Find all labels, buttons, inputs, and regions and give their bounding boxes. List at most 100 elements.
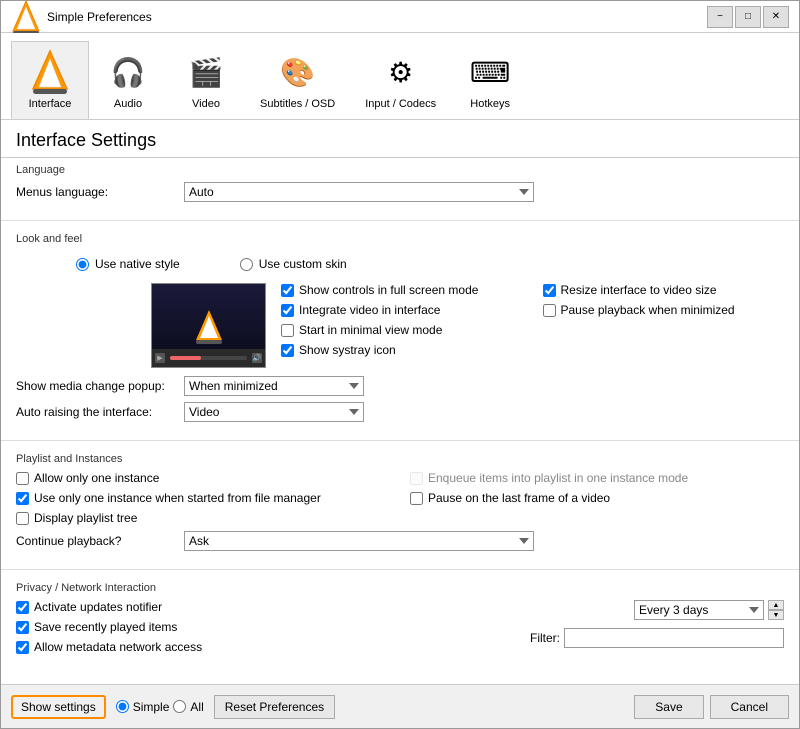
media-popup-label: Show media change popup: — [16, 379, 176, 393]
recently-played-checkbox[interactable] — [16, 621, 29, 634]
preview-vol-icon: 🔊 — [252, 353, 262, 363]
checkbox-pause-minimized: Pause playback when minimized — [543, 303, 785, 317]
checkbox-systray: Show systray icon — [281, 343, 523, 357]
maximize-button[interactable]: □ — [735, 6, 761, 28]
recently-played-label: Save recently played items — [34, 620, 177, 634]
updates-frequency-select[interactable]: Every 3 days Every day Every week — [634, 600, 764, 620]
checkbox-updates-notifier: Activate updates notifier — [16, 600, 390, 614]
title-bar-left: Simple Preferences — [11, 0, 152, 35]
media-popup-select[interactable]: When minimized Always Never — [184, 376, 364, 396]
integrate-video-checkbox[interactable] — [281, 304, 294, 317]
file-manager-instance-checkbox[interactable] — [16, 492, 29, 505]
checkbox-pause-last-frame: Pause on the last frame of a video — [410, 491, 784, 505]
continue-playback-row: Continue playback? Ask Always continue N… — [16, 531, 784, 551]
tab-audio[interactable]: 🎧 Audio — [89, 41, 167, 119]
updates-notifier-checkbox[interactable] — [16, 601, 29, 614]
enqueue-items-label: Enqueue items into playlist in one insta… — [428, 471, 688, 485]
checkbox-metadata-network: Allow metadata network access — [16, 640, 390, 654]
reset-preferences-button[interactable]: Reset Preferences — [214, 695, 335, 719]
input-tab-label: Input / Codecs — [365, 98, 436, 110]
simple-view-radio[interactable] — [116, 700, 129, 713]
checkbox-recently-played: Save recently played items — [16, 620, 390, 634]
preview-progress-bar — [170, 356, 247, 360]
playlist-left-checkboxes: Allow only one instance Use only one ins… — [16, 471, 390, 525]
pause-last-frame-label: Pause on the last frame of a video — [428, 491, 610, 505]
menus-language-row: Menus language: Auto — [16, 182, 784, 202]
checkbox-one-instance: Allow only one instance — [16, 471, 390, 485]
auto-raising-select[interactable]: Video Audio Never — [184, 402, 364, 422]
main-window: Simple Preferences − □ ✕ Interface 🎧 Aud… — [0, 0, 800, 729]
metadata-network-checkbox[interactable] — [16, 641, 29, 654]
tab-video[interactable]: 🎬 Video — [167, 41, 245, 119]
pause-minimized-checkbox[interactable] — [543, 304, 556, 317]
custom-skin-label: Use custom skin — [259, 257, 347, 271]
fullscreen-controls-checkbox[interactable] — [281, 284, 294, 297]
window-title: Simple Preferences — [47, 10, 152, 24]
privacy-section-title: Privacy / Network Interaction — [16, 582, 784, 594]
checkboxes-container: Show controls in full screen mode Integr… — [281, 283, 784, 368]
pause-last-frame-checkbox[interactable] — [410, 492, 423, 505]
fullscreen-controls-label: Show controls in full screen mode — [299, 283, 478, 297]
menus-language-select[interactable]: Auto — [184, 182, 534, 202]
resize-interface-label: Resize interface to video size — [561, 283, 717, 297]
hotkeys-tab-icon: ⌨ — [466, 48, 514, 96]
updates-notifier-label: Activate updates notifier — [34, 600, 162, 614]
playlist-section-title: Playlist and Instances — [16, 453, 784, 465]
content-area[interactable]: Language Menus language: Auto Look and f… — [1, 158, 799, 684]
native-style-option[interactable]: Use native style — [76, 257, 180, 271]
title-bar: Simple Preferences − □ ✕ — [1, 1, 799, 33]
filter-row: Filter: — [410, 628, 784, 648]
tab-subtitles[interactable]: 🎨 Subtitles / OSD — [245, 41, 350, 119]
checkbox-fullscreen-controls: Show controls in full screen mode — [281, 283, 523, 297]
checkbox-enqueue-items: Enqueue items into playlist in one insta… — [410, 471, 784, 485]
custom-skin-radio[interactable] — [240, 258, 253, 271]
privacy-right: Every 3 days Every day Every week ▲ ▼ Fi… — [410, 600, 784, 654]
one-instance-label: Allow only one instance — [34, 471, 159, 485]
systray-checkbox[interactable] — [281, 344, 294, 357]
custom-skin-option[interactable]: Use custom skin — [240, 257, 347, 271]
look-and-feel-section: Look and feel Use native style Use custo… — [1, 227, 799, 434]
playlist-right-checkboxes: Enqueue items into playlist in one insta… — [410, 471, 784, 525]
native-style-radio[interactable] — [76, 258, 89, 271]
integrate-video-label: Integrate video in interface — [299, 303, 440, 317]
minimal-view-checkbox[interactable] — [281, 324, 294, 337]
tab-hotkeys[interactable]: ⌨ Hotkeys — [451, 41, 529, 119]
audio-tab-label: Audio — [114, 98, 142, 110]
right-checkboxes: Resize interface to video size Pause pla… — [543, 283, 785, 357]
playlist-section: Playlist and Instances Allow only one in… — [1, 447, 799, 563]
video-tab-label: Video — [192, 98, 220, 110]
frequency-up-button[interactable]: ▲ — [768, 600, 784, 610]
save-button[interactable]: Save — [634, 695, 703, 719]
minimize-button[interactable]: − — [707, 6, 733, 28]
show-settings-button[interactable]: Show settings — [11, 695, 106, 719]
bottom-left: Show settings Simple All Reset Preferenc… — [11, 695, 335, 719]
resize-interface-checkbox[interactable] — [543, 284, 556, 297]
one-instance-checkbox[interactable] — [16, 472, 29, 485]
cancel-button[interactable]: Cancel — [710, 695, 789, 719]
filter-input[interactable] — [564, 628, 784, 648]
close-button[interactable]: ✕ — [763, 6, 789, 28]
all-view-label: All — [190, 700, 203, 714]
preview-area: ▶ 🔊 Show controls in full screen mode — [16, 283, 784, 368]
native-style-label: Use native style — [95, 257, 180, 271]
bottom-bar: Show settings Simple All Reset Preferenc… — [1, 684, 799, 728]
audio-tab-icon: 🎧 — [104, 48, 152, 96]
preview-spacer — [16, 283, 136, 368]
all-view-radio[interactable] — [173, 700, 186, 713]
continue-playback-select[interactable]: Ask Always continue Never continue — [184, 531, 534, 551]
display-playlist-label: Display playlist tree — [34, 511, 137, 525]
tab-input[interactable]: ⚙ Input / Codecs — [350, 41, 451, 119]
updates-frequency-spinner: ▲ ▼ — [768, 600, 784, 620]
privacy-section: Privacy / Network Interaction Activate u… — [1, 576, 799, 660]
tab-interface[interactable]: Interface — [11, 41, 89, 119]
auto-raising-label: Auto raising the interface: — [16, 405, 176, 419]
checkbox-grid: Show controls in full screen mode Integr… — [281, 283, 784, 357]
display-playlist-checkbox[interactable] — [16, 512, 29, 525]
vlc-preview-thumb: ▶ 🔊 — [151, 283, 266, 368]
enqueue-items-checkbox[interactable] — [410, 472, 423, 485]
vlc-icon — [11, 0, 41, 35]
subtitles-tab-icon: 🎨 — [274, 48, 322, 96]
auto-raising-row: Auto raising the interface: Video Audio … — [16, 402, 784, 422]
checkbox-file-manager-instance: Use only one instance when started from … — [16, 491, 390, 505]
frequency-down-button[interactable]: ▼ — [768, 610, 784, 620]
